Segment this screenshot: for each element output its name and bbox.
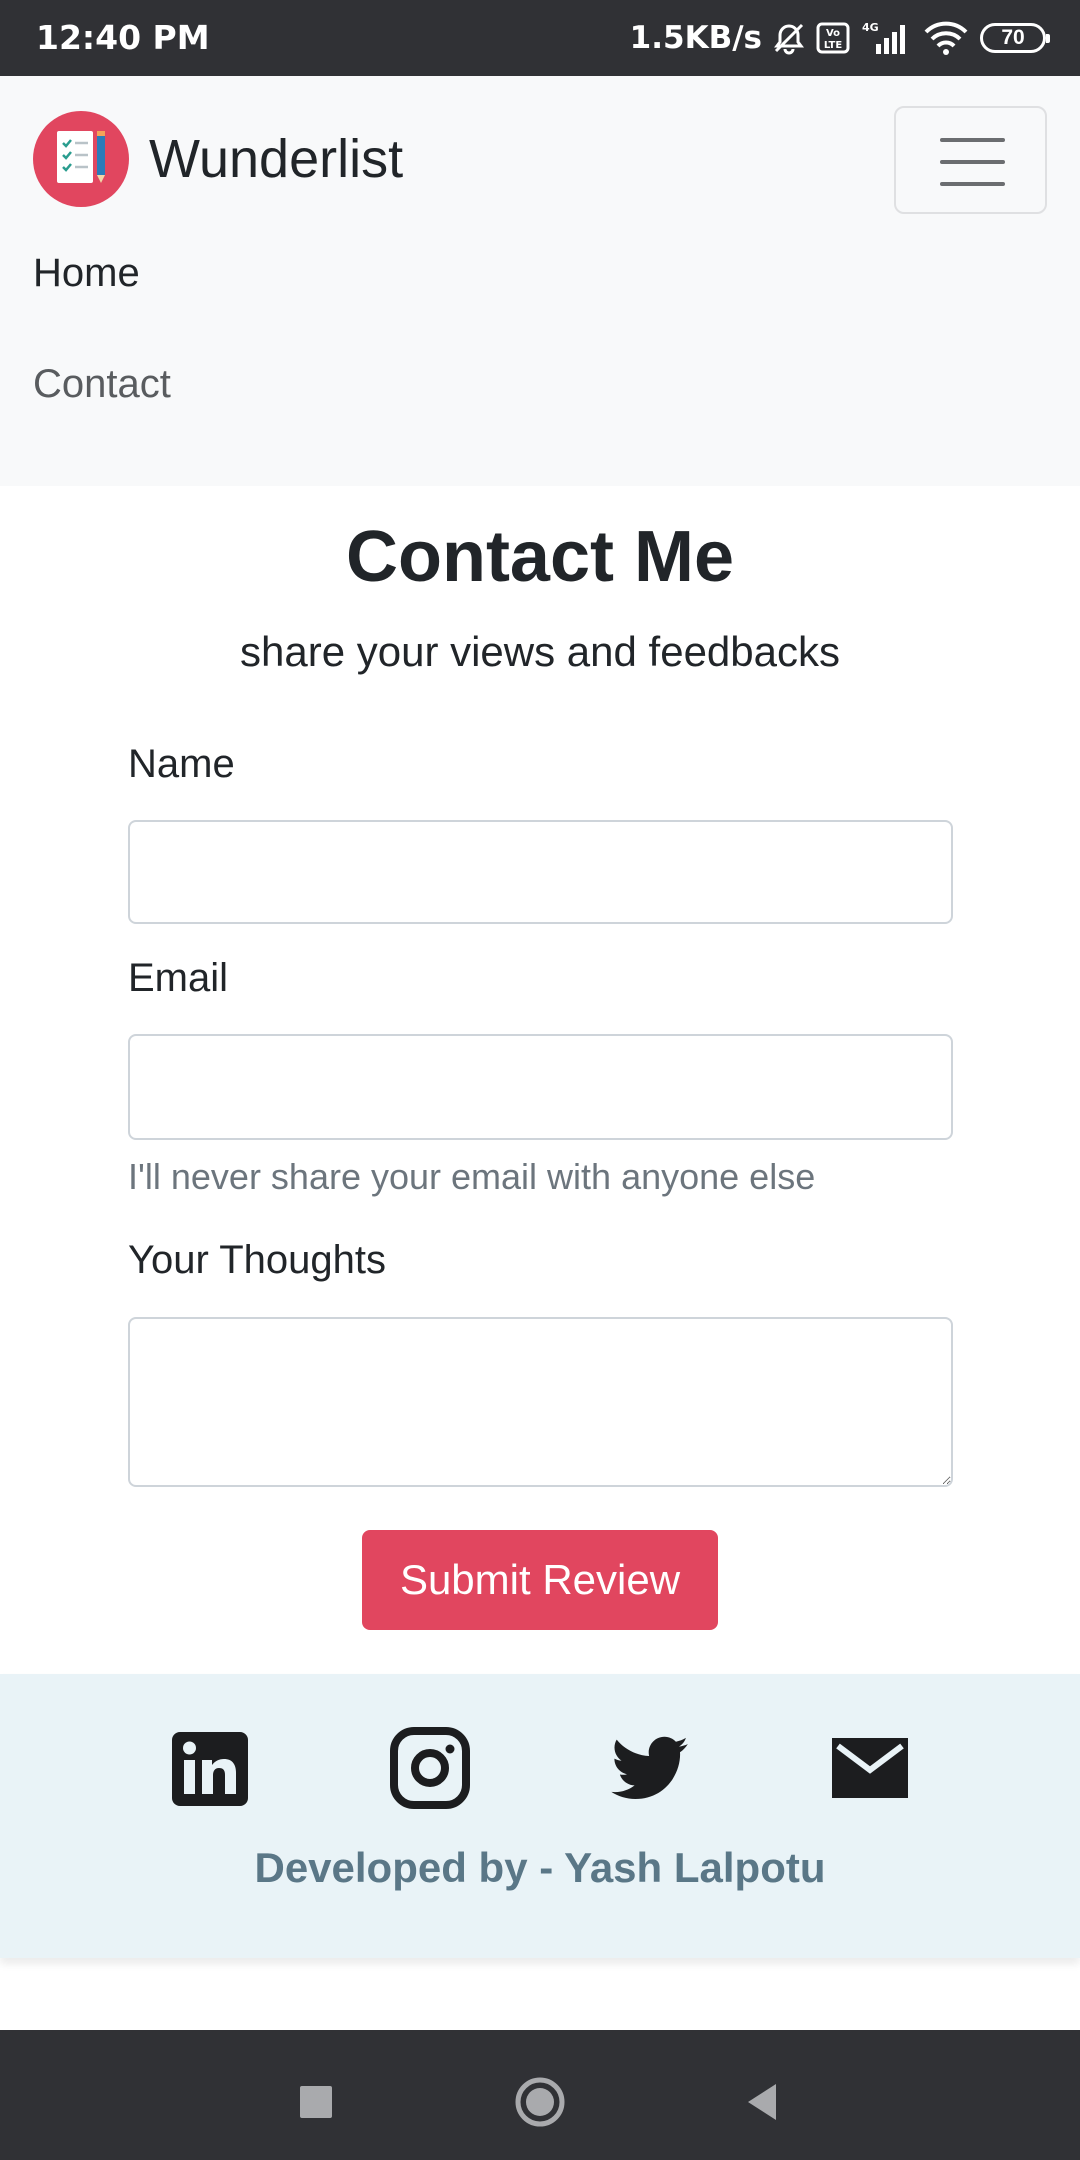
submit-review-button[interactable]: Submit Review — [362, 1530, 718, 1630]
email-help-text: I'll never share your email with anyone … — [128, 1156, 816, 1197]
brand[interactable]: Wunderlist — [33, 111, 403, 207]
svg-text:4G: 4G — [862, 21, 879, 34]
email-input[interactable] — [128, 1034, 953, 1140]
checklist-notepad-icon — [33, 111, 129, 207]
silent-alarm-icon — [774, 23, 804, 55]
wifi-icon — [924, 21, 968, 55]
name-label: Name — [128, 742, 235, 786]
svg-text:LTE: LTE — [824, 40, 843, 51]
status-time: 12:40 PM — [36, 18, 210, 57]
signal-4g-icon: 4G — [862, 21, 905, 54]
page-title: Contact Me — [345, 517, 735, 597]
svg-text:Vo: Vo — [826, 28, 840, 39]
email-icon[interactable] — [828, 1726, 912, 1810]
menu-toggle-button[interactable] — [894, 106, 1047, 214]
network-speed: 1.5KB/s — [629, 20, 762, 56]
navbar: Wunderlist Home Contact — [0, 76, 1080, 486]
home-circle-icon[interactable] — [512, 2074, 568, 2130]
developer-credit: Developed by - Yash Lalpotu — [254, 1844, 826, 1891]
linkedin-icon[interactable] — [168, 1726, 252, 1810]
instagram-icon[interactable] — [388, 1726, 472, 1810]
status-icons: 1.5KB/s Vo LTE 4G 70 — [629, 17, 1050, 59]
recents-square-icon[interactable] — [288, 2074, 344, 2130]
twitter-icon[interactable] — [608, 1726, 692, 1810]
back-triangle-icon[interactable] — [734, 2074, 790, 2130]
email-label: Email — [128, 956, 229, 1000]
hamburger-icon — [940, 138, 1005, 142]
name-input[interactable] — [128, 820, 953, 924]
page-subtitle: share your views and feedbacks — [240, 628, 840, 675]
volte-icon: Vo LTE — [816, 22, 850, 54]
footer: Developed by - Yash Lalpotu — [0, 1674, 1080, 1958]
brand-name: Wunderlist — [149, 129, 404, 189]
nav-link-contact[interactable]: Contact — [33, 362, 171, 407]
battery-icon: 70 — [980, 23, 1050, 53]
thoughts-textarea[interactable] — [128, 1317, 953, 1487]
nav-link-home[interactable]: Home — [33, 251, 140, 296]
status-bar: 12:40 PM 1.5KB/s Vo LTE 4G 70 — [0, 0, 1080, 76]
android-nav-bar — [0, 2030, 1080, 2160]
thoughts-label: Your Thoughts — [128, 1238, 386, 1282]
